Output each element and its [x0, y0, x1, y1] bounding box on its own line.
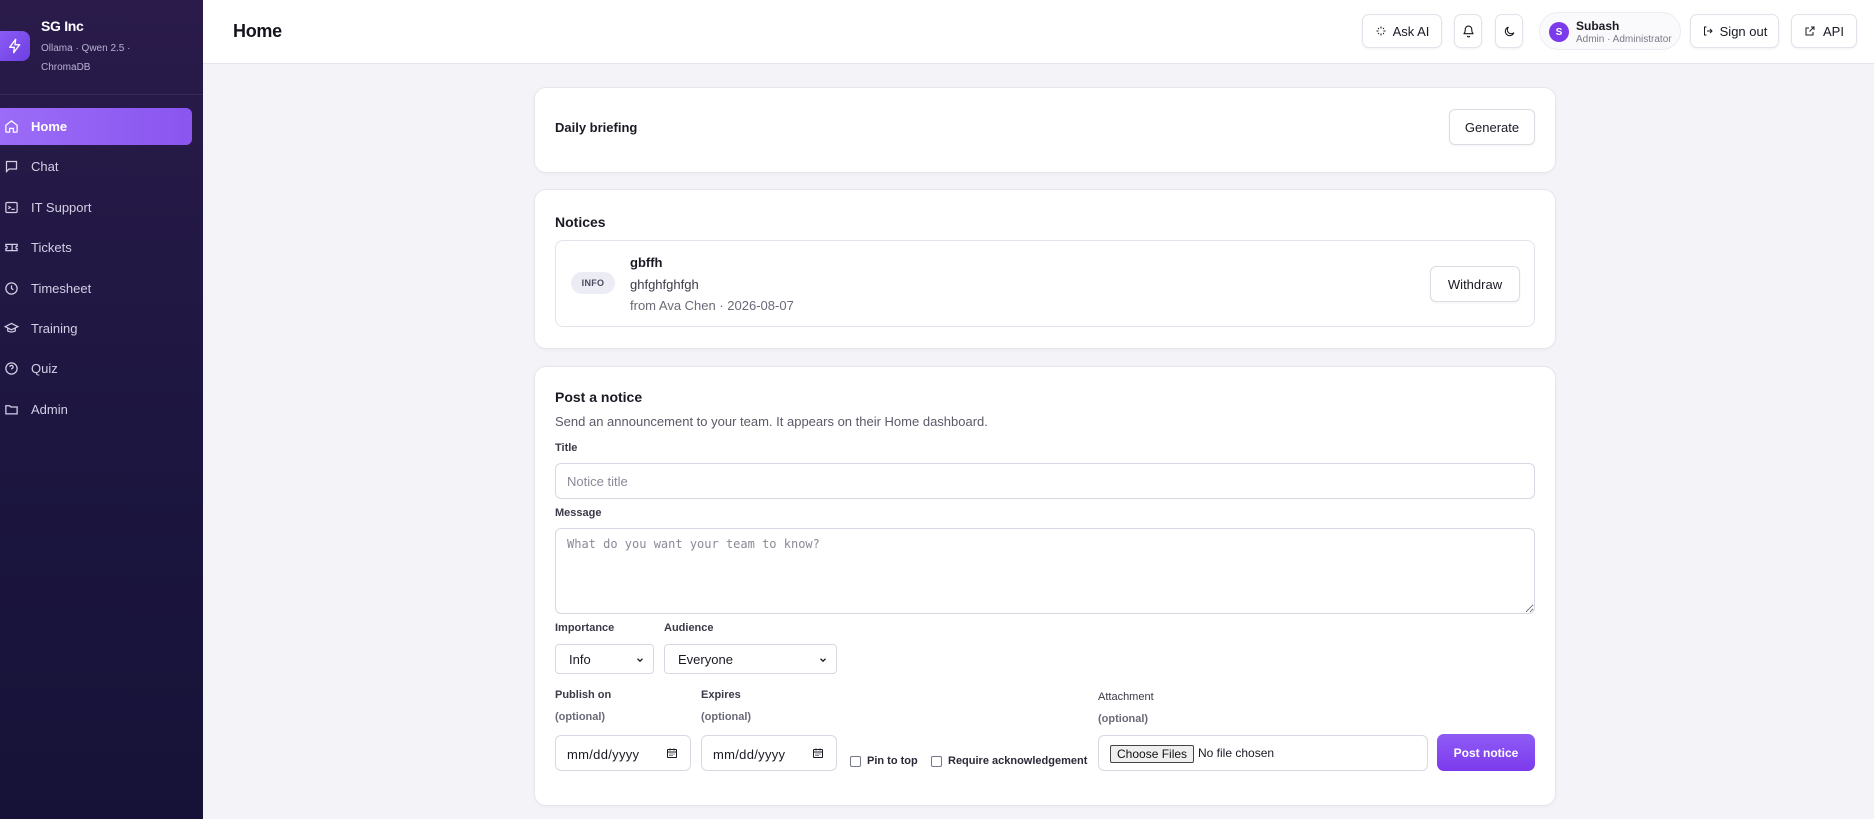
notice-meta: from Ava Chen · 2026-08-07	[630, 298, 794, 313]
list-item: INFO gbffh ghfghfghfgh from Ava Chen · 2…	[555, 240, 1535, 327]
message-label: Message	[555, 507, 602, 519]
publish-date-input[interactable]: mm/dd/yyyy	[555, 735, 691, 771]
user-name: Subash	[1576, 19, 1620, 33]
sidebar-item-quiz[interactable]: Quiz	[0, 350, 192, 387]
attachment-label: Attachment	[1098, 691, 1154, 703]
post-notice-description: Send an announcement to your team. It ap…	[555, 414, 988, 429]
terminal-icon	[5, 201, 18, 213]
calendar-icon	[813, 748, 823, 758]
pin-to-top-label: Pin to top	[867, 755, 918, 767]
moon-icon	[1504, 26, 1514, 36]
folder-icon	[5, 404, 18, 415]
sidebar-item-label: IT Support	[31, 199, 92, 215]
api-label: API	[1823, 23, 1844, 39]
top-header: Home Ask AI S Subash Admin · Administrat…	[203, 0, 1874, 64]
notice-body: ghfghfghfgh	[630, 277, 699, 292]
status-badge: INFO	[571, 272, 615, 294]
audience-label: Audience	[664, 622, 714, 634]
sidebar-item-label: Tickets	[31, 240, 72, 256]
audience-select[interactable]: Everyone	[664, 644, 837, 674]
notices-title: Notices	[555, 214, 606, 230]
sidebar-nav: Home Chat IT Support Tickets Timesheet T…	[0, 108, 203, 431]
expires-date-placeholder: mm/dd/yyyy	[713, 747, 786, 762]
sidebar-item-tickets[interactable]: Tickets	[0, 229, 192, 266]
log-out-icon	[1703, 26, 1713, 36]
graduation-cap-icon	[4, 322, 19, 333]
sign-out-label: Sign out	[1719, 23, 1768, 39]
chat-icon	[5, 161, 18, 174]
post-notice-button[interactable]: Post notice	[1437, 734, 1535, 771]
brand-subtitle: Ollama · Qwen 2.5 · ChromaDB	[41, 43, 131, 73]
brand-name: SG Inc	[41, 18, 84, 34]
checkbox-box[interactable]	[931, 755, 942, 767]
importance-select[interactable]: Info	[555, 644, 654, 674]
sidebar-item-training[interactable]: Training	[0, 310, 192, 347]
sidebar: SG Inc Ollama · Qwen 2.5 · ChromaDB Home…	[0, 0, 203, 819]
attachment-input[interactable]: Choose Files No file chosen	[1098, 735, 1428, 771]
clock-icon	[5, 281, 18, 295]
sparkle-icon	[1376, 26, 1386, 36]
chevron-down-icon	[820, 658, 826, 663]
post-notice-title: Post a notice	[555, 389, 643, 405]
ask-ai-button[interactable]: Ask AI	[1362, 14, 1442, 48]
brand: SG Inc Ollama · Qwen 2.5 · ChromaDB	[0, 0, 203, 95]
notices-card: Notices INFO gbffh ghfghfghfgh from Ava …	[534, 189, 1556, 349]
audience-value: Everyone	[678, 652, 733, 667]
sidebar-item-label: Timesheet	[31, 280, 92, 296]
title-input[interactable]	[555, 463, 1535, 499]
ticket-icon	[5, 243, 18, 252]
sidebar-item-admin[interactable]: Admin	[0, 391, 192, 428]
expires-optional: (optional)	[701, 711, 752, 723]
theme-toggle-button[interactable]	[1495, 14, 1523, 48]
post-notice-card: Post a notice Send an announcement to yo…	[534, 366, 1556, 806]
notifications-button[interactable]	[1454, 14, 1482, 48]
avatar: S	[1549, 22, 1569, 42]
user-role: Admin · Administrator	[1576, 34, 1672, 45]
notice-title: gbffh	[630, 255, 663, 270]
require-ack-checkbox[interactable]: Require acknowledgement	[931, 755, 1087, 767]
chevron-down-icon	[637, 658, 643, 663]
expires-label: Expires	[701, 689, 741, 701]
expires-date-input[interactable]: mm/dd/yyyy	[701, 735, 837, 771]
publish-label: Publish on	[555, 689, 612, 701]
sidebar-item-timesheet[interactable]: Timesheet	[0, 270, 192, 307]
daily-briefing-title: Daily briefing	[555, 120, 638, 135]
external-link-icon	[1805, 26, 1815, 36]
calendar-icon	[667, 748, 677, 758]
sidebar-item-label: Quiz	[31, 361, 58, 377]
no-file-text: No file chosen	[1198, 746, 1275, 760]
sign-out-button[interactable]: Sign out	[1690, 14, 1779, 48]
importance-value: Info	[569, 652, 591, 667]
bell-icon	[1462, 25, 1474, 37]
importance-label: Importance	[555, 622, 615, 634]
daily-briefing-card: Daily briefing Generate	[534, 87, 1556, 173]
choose-files-button[interactable]: Choose Files	[1110, 745, 1195, 763]
pin-to-top-checkbox[interactable]: Pin to top	[850, 755, 918, 767]
sidebar-item-label: Admin	[31, 401, 68, 417]
generate-button[interactable]: Generate	[1449, 109, 1535, 145]
sidebar-item-label: Chat	[31, 159, 59, 175]
attachment-optional: (optional)	[1098, 713, 1149, 725]
require-ack-label: Require acknowledgement	[948, 755, 1088, 767]
sidebar-item-home[interactable]: Home	[0, 108, 192, 145]
withdraw-button[interactable]: Withdraw	[1430, 266, 1520, 302]
sidebar-item-label: Training	[31, 320, 78, 336]
help-circle-icon	[5, 362, 18, 376]
title-label: Title	[555, 442, 578, 454]
publish-date-placeholder: mm/dd/yyyy	[567, 747, 640, 762]
sidebar-item-label: Home	[31, 119, 68, 134]
lightning-icon	[0, 31, 30, 61]
sidebar-item-chat[interactable]: Chat	[0, 148, 192, 185]
page-title: Home	[233, 21, 282, 41]
user-menu[interactable]: S Subash Admin · Administrator	[1539, 12, 1681, 50]
message-textarea[interactable]	[555, 528, 1535, 614]
ask-ai-label: Ask AI	[1392, 23, 1430, 39]
checkbox-box[interactable]	[850, 755, 861, 767]
api-button[interactable]: API	[1791, 14, 1857, 48]
publish-optional: (optional)	[555, 711, 606, 723]
home-icon	[5, 120, 18, 133]
sidebar-item-it-support[interactable]: IT Support	[0, 189, 192, 226]
